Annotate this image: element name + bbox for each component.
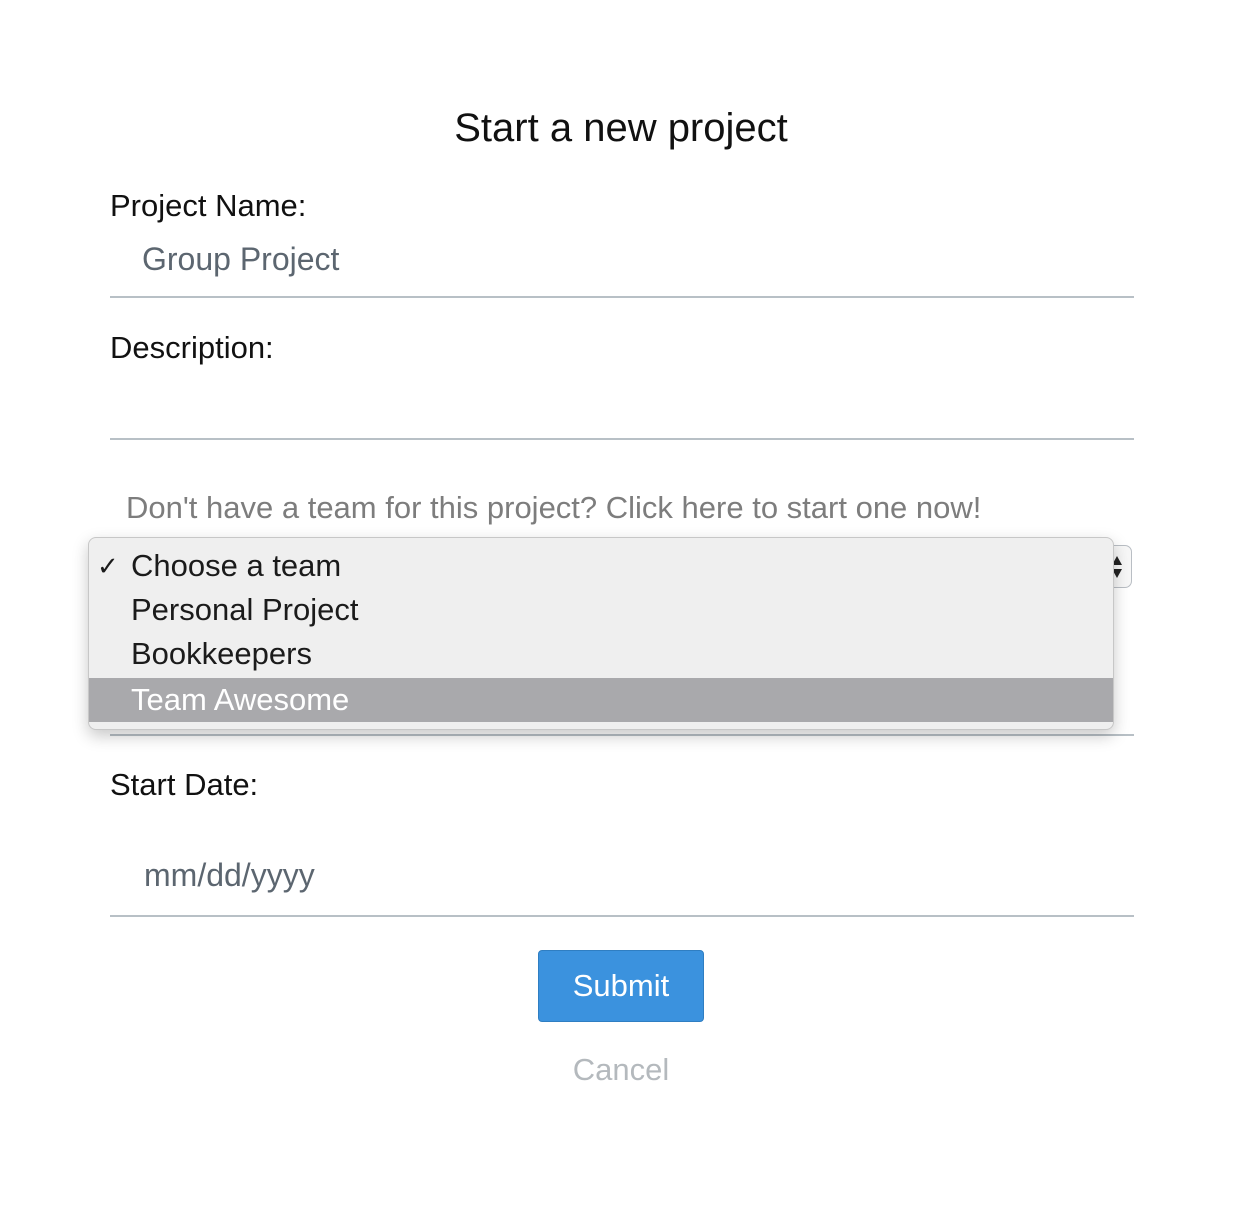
team-option-choose[interactable]: ✓ Choose a team: [89, 544, 1113, 588]
page-title: Start a new project: [454, 106, 788, 150]
team-option-label: Bookkeepers: [131, 636, 312, 671]
team-option-label: Choose a team: [131, 548, 342, 583]
submit-button[interactable]: Submit: [538, 950, 704, 1022]
start-date-input[interactable]: mm/dd/yyyy: [144, 857, 315, 894]
start-team-link[interactable]: Don't have a team for this project? Clic…: [126, 490, 981, 526]
project-name-input[interactable]: Group Project: [142, 241, 339, 278]
team-option-bookkeepers[interactable]: Bookkeepers: [89, 632, 1113, 676]
description-input[interactable]: [142, 383, 1122, 423]
cancel-link[interactable]: Cancel: [0, 1052, 1242, 1088]
team-option-team-awesome[interactable]: Team Awesome: [89, 678, 1113, 722]
start-date-label: Start Date:: [110, 767, 259, 802]
new-project-page: Start a new project Project Name: Group …: [0, 0, 1248, 1218]
team-option-label: Personal Project: [131, 592, 359, 627]
team-option-label: Team Awesome: [131, 682, 350, 717]
start-date-underline: [110, 915, 1134, 917]
description-underline: [110, 438, 1134, 440]
team-select-underline: [110, 734, 1134, 736]
checkmark-icon: ✓: [97, 551, 119, 581]
team-dropdown-menu: ✓ Choose a team Personal Project Bookkee…: [88, 537, 1114, 730]
description-label: Description:: [110, 330, 274, 365]
project-name-underline: [110, 296, 1134, 298]
team-option-personal-project[interactable]: Personal Project: [89, 588, 1113, 632]
project-name-label: Project Name:: [110, 188, 307, 223]
